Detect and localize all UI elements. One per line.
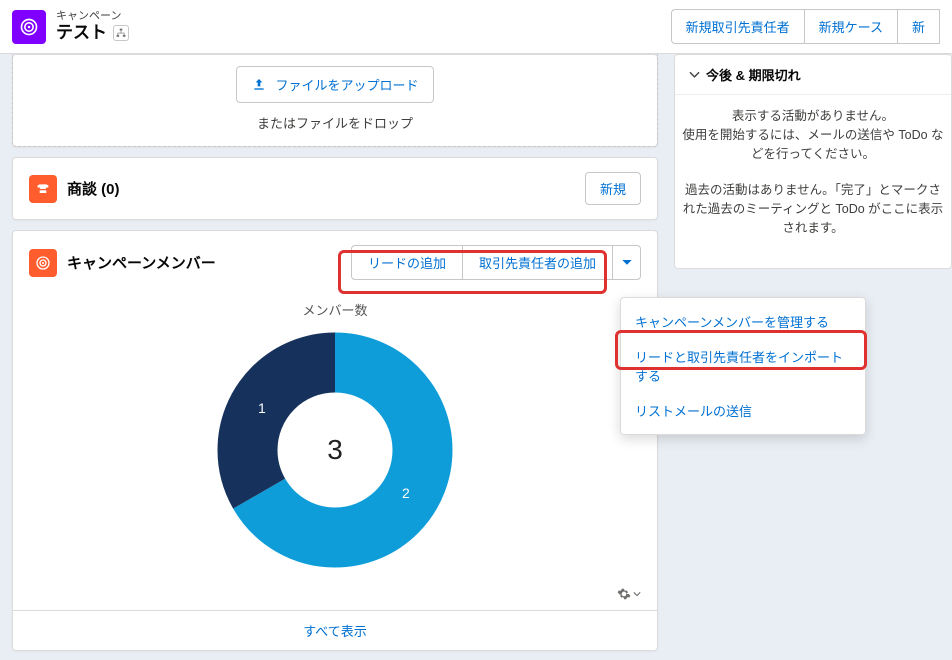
record-type-label: キャンペーン	[56, 10, 129, 23]
chart-settings-button[interactable]	[617, 587, 641, 601]
chart-total: 3	[327, 434, 343, 466]
add-leads-button[interactable]: リードの追加	[351, 245, 463, 280]
header-title-block: キャンペーン テスト	[56, 10, 129, 44]
page-title: テスト	[56, 23, 107, 43]
activity-header-label: 今後 & 期限切れ	[706, 65, 801, 84]
activity-msg-2: 過去の活動はありません。「完了」とマークされた過去のミーティングと ToDo が…	[679, 181, 947, 237]
page-header: キャンペーン テスト 新規取引先責任者 新規ケース 新	[0, 0, 952, 54]
opportunity-icon	[29, 175, 57, 203]
gear-icon	[617, 587, 631, 601]
campaign-members-card: キャンペーンメンバー リードの追加 取引先責任者の追加 メンバー数	[12, 230, 658, 651]
hierarchy-icon[interactable]	[113, 25, 129, 41]
chart-area: メンバー数 3 1 2	[13, 294, 657, 585]
more-actions-button[interactable]	[613, 245, 641, 280]
upload-files-button[interactable]: ファイルをアップロード	[236, 66, 433, 103]
chart-segment-label-1: 1	[258, 400, 266, 416]
new-overflow-button[interactable]: 新	[898, 9, 940, 44]
activity-card: 今後 & 期限切れ 表示する活動がありません。 使用を開始するには、メールの送信…	[674, 54, 952, 269]
campaign-member-icon	[29, 249, 57, 277]
chart-segment-label-2: 2	[402, 485, 410, 501]
activity-toggle[interactable]: 今後 & 期限切れ	[675, 55, 951, 95]
menu-item-manage[interactable]: キャンペーンメンバーを管理する	[621, 304, 865, 339]
upload-icon	[251, 77, 267, 93]
campaign-members-title: キャンペーンメンバー	[67, 252, 216, 273]
campaign-member-actions: リードの追加 取引先責任者の追加	[351, 245, 641, 280]
add-contacts-button[interactable]: 取引先責任者の追加	[463, 245, 613, 280]
menu-item-import[interactable]: リードと取引先責任者をインポートする	[621, 339, 865, 393]
campaign-icon	[12, 10, 46, 44]
opportunities-title: 商談 (0)	[67, 178, 120, 199]
upload-files-label: ファイルをアップロード	[275, 75, 418, 94]
activity-msg-1a: 表示する活動がありません。	[732, 109, 894, 123]
chart-title: メンバー数	[29, 300, 641, 319]
new-case-button[interactable]: 新規ケース	[805, 9, 898, 44]
header-actions: 新規取引先責任者 新規ケース 新	[671, 9, 940, 44]
donut-chart: 3 1 2	[210, 325, 460, 575]
menu-item-list-email[interactable]: リストメールの送信	[621, 393, 865, 428]
activity-msg-1b: 使用を開始するには、メールの送信や ToDo などを行ってください。	[682, 128, 943, 161]
new-opportunity-button[interactable]: 新規	[585, 172, 641, 205]
files-card: ファイルをアップロード またはファイルをドロップ	[12, 54, 658, 147]
activity-empty-state: 表示する活動がありません。 使用を開始するには、メールの送信や ToDo などを…	[675, 95, 951, 268]
chevron-down-icon	[622, 259, 632, 266]
new-contact-button[interactable]: 新規取引先責任者	[671, 9, 805, 44]
view-all-link[interactable]: すべて表示	[13, 610, 657, 650]
campaign-members-menu: キャンペーンメンバーを管理する リードと取引先責任者をインポートする リストメー…	[620, 297, 866, 435]
chevron-down-icon	[633, 591, 641, 597]
chevron-down-icon	[689, 71, 700, 79]
opportunities-card: 商談 (0) 新規	[12, 157, 658, 220]
drop-files-label: またはファイルをドロップ	[13, 113, 657, 132]
